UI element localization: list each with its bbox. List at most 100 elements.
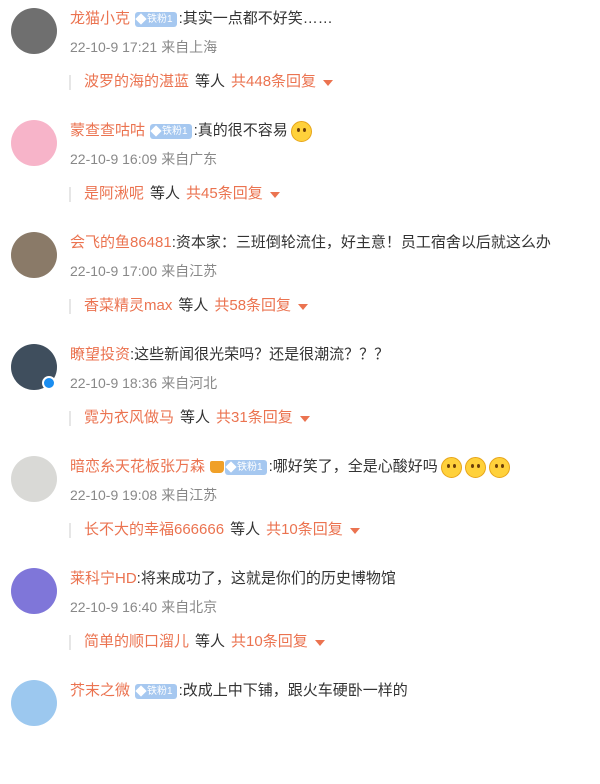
- reply-and-others: 等人: [178, 297, 209, 314]
- fan-badge[interactable]: 铁粉1: [150, 123, 192, 139]
- comment-username[interactable]: 暗恋糸天花板张万森: [70, 456, 205, 478]
- reply-count-link[interactable]: 共10条回复: [231, 631, 308, 653]
- comment-item: 莱科宁HD:将来成功了，这就是你们的历史博物馆 22-10-9 16:40 来自北京…: [0, 560, 600, 672]
- comment-meta: 22-10-9 18:36 来自河北: [70, 373, 217, 393]
- reply-summary: 是阿湫呢 等人 共45条回复: [69, 183, 280, 205]
- comment-text: :改成上中下铺，跟火车硬卧一样的: [178, 682, 408, 699]
- avatar[interactable]: [11, 680, 57, 726]
- reply-count-link[interactable]: 共448条回复: [231, 71, 316, 93]
- comment-line: 会飞的鱼86481:资本家：三班倒轮流住，好主意！员工宿舍以后就这么办: [70, 232, 596, 254]
- comment-location: 来自江苏: [161, 487, 218, 503]
- avatar[interactable]: [11, 456, 57, 502]
- comment-text: :这些新闻很光荣吗？还是很潮流？？？: [130, 346, 390, 363]
- comment-text: :哪好笑了，全是心酸好吗: [268, 458, 438, 475]
- reply-summary: 霓为衣风做马 等人 共31条回复: [69, 407, 310, 429]
- chevron-down-icon[interactable]: [298, 304, 309, 310]
- comment-time: 22-10-9 16:09: [70, 151, 158, 167]
- comment-username[interactable]: 芥末之微: [70, 680, 130, 702]
- comment-time: 22-10-9 18:36: [70, 375, 158, 391]
- comment-location: 来自北京: [161, 599, 218, 615]
- diamond-icon: [135, 13, 147, 25]
- avatar[interactable]: [11, 568, 57, 614]
- reply-summary: 香菜精灵max 等人 共58条回复: [68, 295, 309, 317]
- reply-username[interactable]: 简单的顺口溜儿: [84, 631, 189, 653]
- chevron-down-icon[interactable]: [349, 528, 360, 534]
- reply-username[interactable]: 香菜精灵max: [84, 295, 172, 317]
- comment-line: 瞭望投资:这些新闻很光荣吗？还是很潮流？？？: [70, 344, 596, 366]
- reply-username[interactable]: 波罗的海的湛蓝: [84, 71, 189, 93]
- diamond-icon: [225, 461, 237, 473]
- comment-item: 瞭望投资:这些新闻很光荣吗？还是很潮流？？？ 22-10-9 18:36 来自河北霓…: [0, 336, 600, 448]
- reply-summary: 长不大的幸福666666 等人 共10条回复: [69, 519, 360, 541]
- chevron-down-icon[interactable]: [314, 640, 325, 646]
- avatar[interactable]: [11, 8, 57, 54]
- comment-line: 龙猫小克 铁粉1 :其实一点都不好笑……: [70, 8, 596, 30]
- comment-item: 芥末之微 铁粉1 :改成上中下铺，跟火车硬卧一样的: [0, 672, 600, 784]
- chevron-down-icon[interactable]: [299, 416, 310, 422]
- fan-badge[interactable]: 铁粉1: [135, 683, 177, 699]
- fan-badge-label: 铁粉1: [162, 125, 188, 137]
- comment-location: 来自河北: [161, 375, 218, 391]
- smile-emoji-icon: [488, 456, 510, 478]
- comment-time: 22-10-9 16:40: [70, 599, 158, 615]
- comment-item: 龙猫小克 铁粉1 :其实一点都不好笑…… 22-10-9 17:21 来自上海波罗的海的…: [0, 0, 600, 112]
- reply-summary: 波罗的海的湛蓝 等人 共448条回复: [68, 71, 334, 93]
- reply-username[interactable]: 长不大的幸福666666: [84, 519, 224, 541]
- crown-icon: [210, 461, 225, 473]
- crying-emoji-icon: [290, 120, 312, 142]
- reply-and-others: 等人: [195, 633, 226, 650]
- reply-count-link[interactable]: 共10条回复: [266, 519, 343, 541]
- verified-icon: [42, 376, 56, 390]
- comment-location: 来自江苏: [161, 263, 218, 279]
- comment-text: :将来成功了，这就是你们的历史博物馆: [136, 570, 396, 587]
- chevron-down-icon[interactable]: [323, 80, 334, 86]
- comment-time: 22-10-9 17:21: [70, 39, 158, 55]
- fan-badge-label: 铁粉1: [237, 461, 263, 473]
- comment-time: 22-10-9 19:08: [70, 487, 158, 503]
- comment-item: 蒙查查咕咕 铁粉1 :真的很不容易 22-10-9 16:09 来自广东是阿湫呢 等人 共4…: [0, 112, 600, 224]
- comment-meta: 22-10-9 19:08 来自江苏: [70, 485, 217, 505]
- reply-and-others: 等人: [230, 521, 261, 538]
- comment-item: 会飞的鱼86481:资本家：三班倒轮流住，好主意！员工宿舍以后就这么办 22-10…: [0, 224, 600, 336]
- comment-time: 22-10-9 17:00: [70, 263, 158, 279]
- comment-meta: 22-10-9 17:21 来自上海: [70, 37, 217, 57]
- comment-location: 来自上海: [161, 39, 218, 55]
- reply-and-others: 等人: [195, 73, 226, 90]
- reply-count-link[interactable]: 共31条回复: [216, 407, 293, 429]
- comment-username[interactable]: 蒙查查咕咕: [70, 120, 145, 142]
- comment-meta: 22-10-9 17:00 来自江苏: [70, 261, 217, 281]
- comment-username[interactable]: 龙猫小克: [70, 8, 130, 30]
- comment-line: 芥末之微 铁粉1 :改成上中下铺，跟火车硬卧一样的: [70, 680, 596, 702]
- chevron-down-icon[interactable]: [269, 192, 280, 198]
- comment-text: :真的很不容易: [193, 122, 288, 139]
- comment-meta: 22-10-9 16:40 来自北京: [70, 597, 217, 617]
- comment-text: :资本家：三班倒轮流住，好主意！员工宿舍以后就这么办: [171, 234, 551, 251]
- reply-summary: 简单的顺口溜儿 等人 共10条回复: [69, 631, 325, 653]
- fan-badge[interactable]: 铁粉1: [225, 459, 267, 475]
- fan-badge[interactable]: 铁粉1: [135, 11, 177, 27]
- comment-line: 莱科宁HD:将来成功了，这就是你们的历史博物馆: [70, 568, 596, 590]
- avatar[interactable]: [11, 232, 57, 278]
- comment-text: :其实一点都不好笑……: [178, 10, 333, 27]
- reply-and-others: 等人: [180, 409, 211, 426]
- avatar[interactable]: [11, 120, 57, 166]
- diamond-icon: [150, 125, 162, 137]
- smile-emoji-icon: [464, 456, 486, 478]
- fan-badge-label: 铁粉1: [147, 685, 173, 697]
- comment-username[interactable]: 会飞的鱼86481: [70, 232, 172, 254]
- reply-and-others: 等人: [150, 185, 181, 202]
- fan-badge-label: 铁粉1: [147, 13, 173, 25]
- comment-location: 来自广东: [161, 151, 218, 167]
- comment-username[interactable]: 莱科宁HD: [70, 568, 137, 590]
- reply-username[interactable]: 霓为衣风做马: [84, 407, 174, 429]
- comment-username[interactable]: 瞭望投资: [70, 344, 130, 366]
- diamond-icon: [135, 685, 147, 697]
- comment-item: 暗恋糸天花板张万森 铁粉1 :哪好笑了，全是心酸好吗 22-10-9 19:08 来自江…: [0, 448, 600, 560]
- smile-emoji-icon: [440, 456, 462, 478]
- comment-line: 蒙查查咕咕 铁粉1 :真的很不容易: [70, 120, 596, 142]
- comment-meta: 22-10-9 16:09 来自广东: [70, 149, 217, 169]
- reply-count-link[interactable]: 共58条回复: [214, 295, 291, 317]
- comment-line: 暗恋糸天花板张万森 铁粉1 :哪好笑了，全是心酸好吗: [70, 456, 596, 478]
- reply-count-link[interactable]: 共45条回复: [186, 183, 263, 205]
- reply-username[interactable]: 是阿湫呢: [84, 183, 144, 205]
